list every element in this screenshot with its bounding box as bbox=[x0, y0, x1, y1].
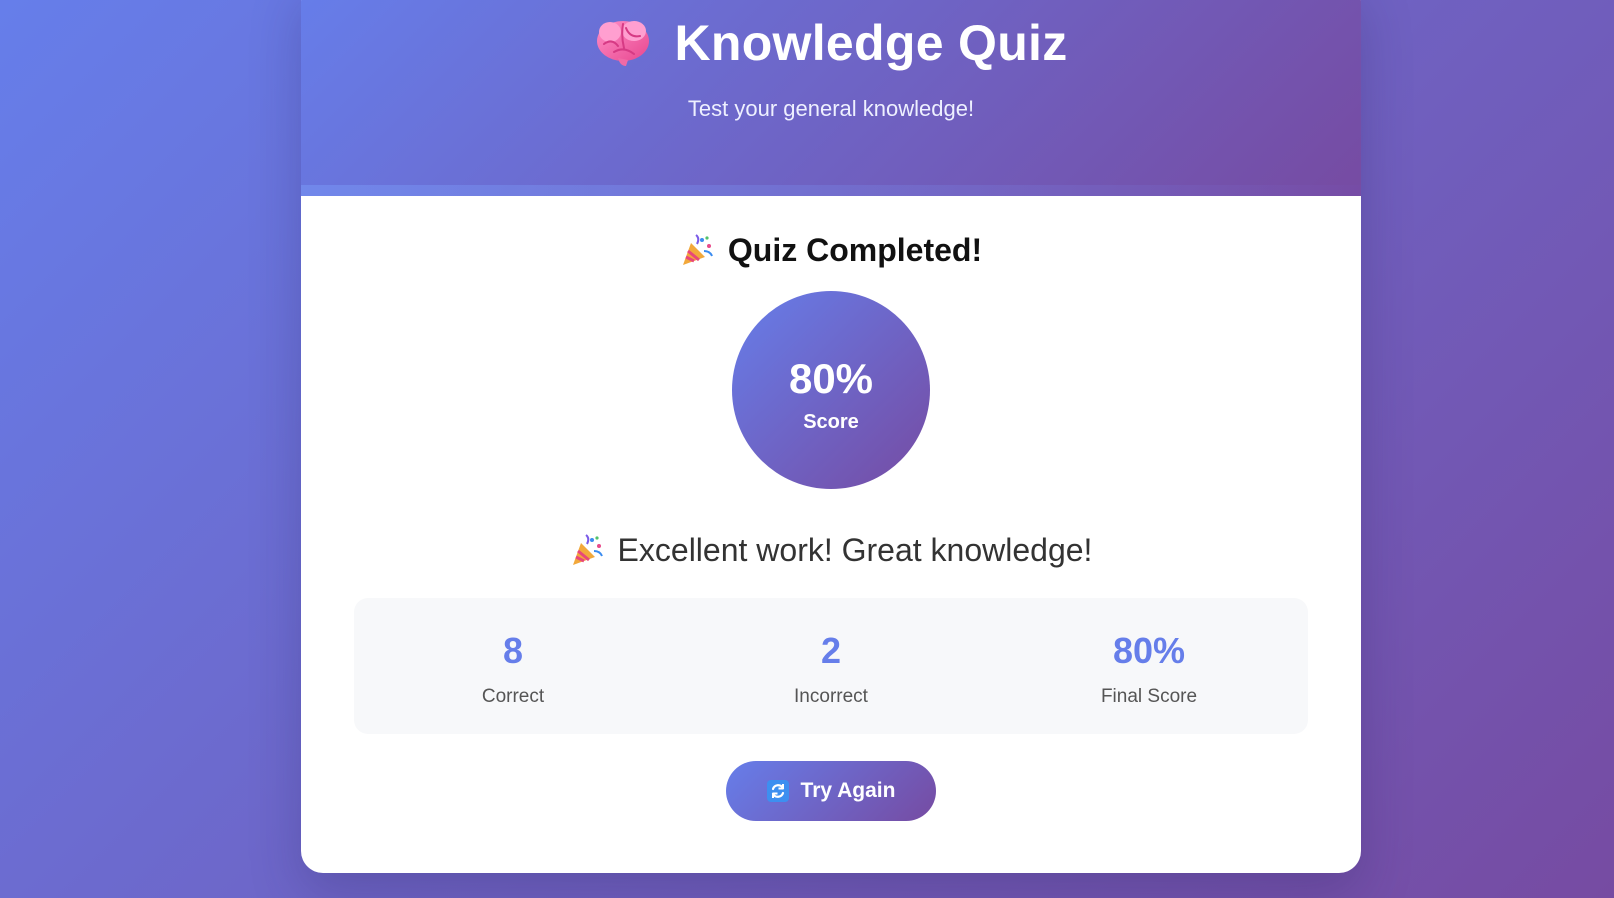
party-popper-icon bbox=[680, 233, 714, 268]
stat-final-score: 80% Final Score bbox=[990, 598, 1308, 734]
score-circle: 80% Score bbox=[732, 291, 930, 489]
stat-value: 2 bbox=[820, 630, 842, 671]
score-value: 80% bbox=[788, 355, 874, 402]
quiz-header: Knowledge Quiz Test your general knowled… bbox=[301, 0, 1361, 196]
stat-label: Correct bbox=[481, 686, 545, 707]
brain-icon bbox=[594, 16, 652, 70]
party-popper-icon bbox=[570, 533, 604, 568]
stat-incorrect: 2 Incorrect bbox=[672, 598, 990, 734]
try-again-button[interactable]: Try Again bbox=[726, 761, 936, 821]
stat-label: Incorrect bbox=[794, 686, 868, 707]
page-title: Knowledge Quiz bbox=[674, 15, 1068, 71]
try-again-label: Try Again bbox=[800, 779, 896, 802]
completed-heading: Quiz Completed! bbox=[301, 232, 1361, 269]
result-message: Excellent work! Great knowledge! bbox=[301, 532, 1361, 569]
stat-correct: 8 Correct bbox=[354, 598, 672, 734]
refresh-icon bbox=[766, 780, 789, 802]
title-row: Knowledge Quiz bbox=[301, 16, 1361, 70]
result-message-text: Excellent work! Great knowledge! bbox=[617, 532, 1093, 568]
page-subtitle: Test your general knowledge! bbox=[687, 96, 975, 121]
header-progress-strip bbox=[301, 185, 1361, 196]
stat-value: 8 bbox=[502, 630, 524, 671]
score-label: Score bbox=[803, 411, 859, 433]
stats-panel: 8 Correct 2 Incorrect 80% Final Score bbox=[354, 598, 1308, 734]
completed-title: Quiz Completed! bbox=[727, 232, 983, 268]
stat-value: 80% bbox=[1112, 630, 1186, 671]
quiz-card: Knowledge Quiz Test your general knowled… bbox=[301, 0, 1361, 873]
stat-label: Final Score bbox=[1100, 686, 1198, 707]
